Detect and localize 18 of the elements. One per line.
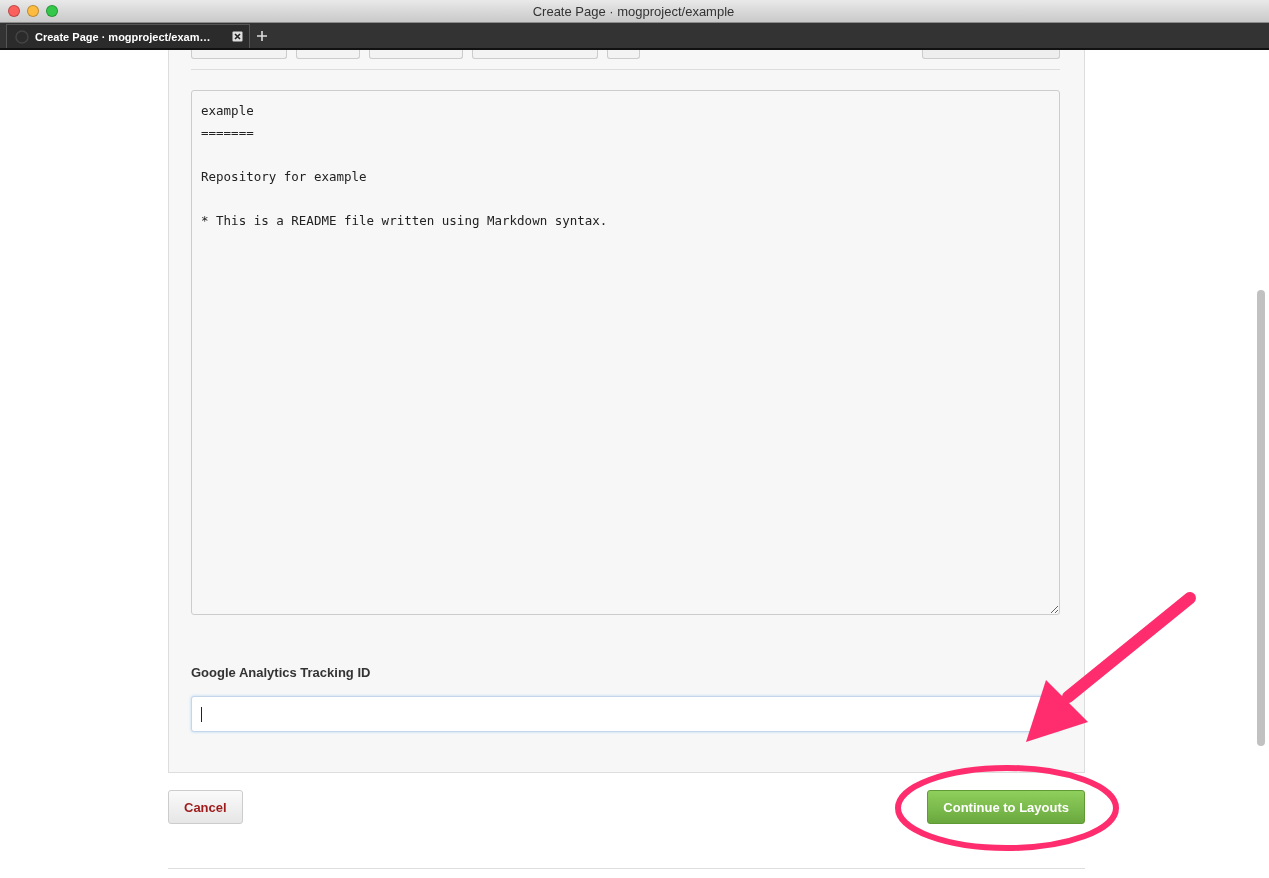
close-icon[interactable] — [232, 31, 243, 42]
window-control-icon[interactable] — [8, 5, 20, 17]
toolbar-button-group[interactable] — [607, 50, 640, 59]
browser-tab[interactable]: Create Page · mogproject/exam… — [6, 24, 250, 48]
toolbar-button[interactable] — [922, 50, 1060, 59]
window-title: Create Page · mogproject/example — [531, 3, 736, 19]
toolbar-button-group[interactable] — [369, 50, 463, 59]
tab-title: Create Page · mogproject/exam… — [35, 30, 212, 43]
toolbar-button-group[interactable] — [191, 50, 287, 59]
spinner-icon — [15, 29, 29, 44]
toolbar-button-group[interactable] — [296, 50, 360, 59]
new-tab-icon[interactable] — [257, 31, 267, 41]
cancel-button[interactable]: Cancel — [168, 790, 243, 824]
window-control-icon[interactable] — [27, 5, 39, 17]
field-label: Google Analytics Tracking ID — [191, 665, 372, 680]
window-control-icon[interactable] — [46, 5, 58, 17]
toolbar-button-group[interactable] — [472, 50, 598, 59]
markdown-editor[interactable]: example ======= Repository for example * This is a README file written using Markdown syntax. — [191, 90, 1060, 615]
